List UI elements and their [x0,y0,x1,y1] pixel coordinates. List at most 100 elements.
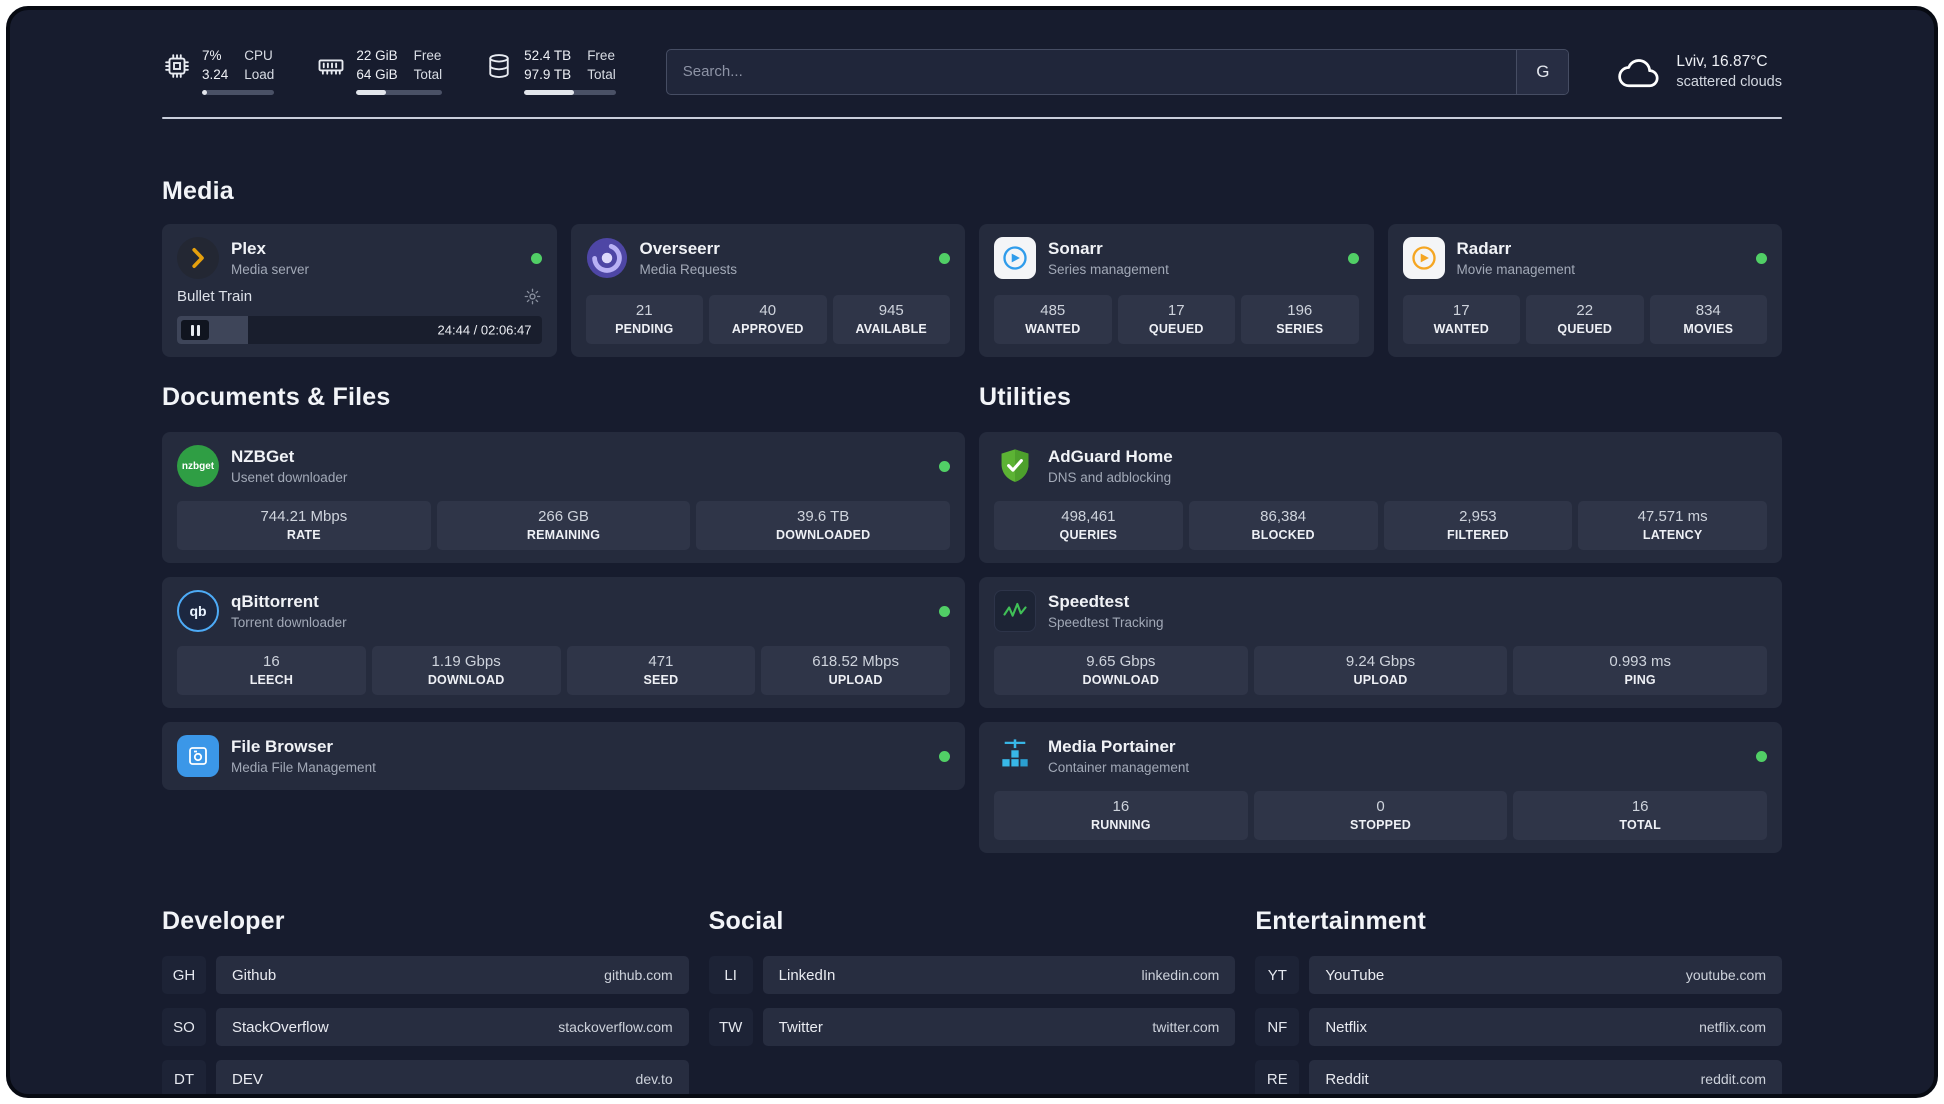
bookmark-url: reddit.com [1700,1071,1766,1088]
weather-widget[interactable]: Lviv, 16.87°C scattered clouds [1615,52,1782,92]
bookmark-abbr: GH [162,956,206,995]
stat-label: SERIES [1276,322,1324,337]
app-subtitle: Usenet downloader [231,470,348,486]
disk-usage-bar [524,90,616,96]
stat-value: 9.65 Gbps [1086,653,1156,671]
section-utilities: Utilities AdGuard Home DNS and adblockin… [979,383,1782,854]
stat-value: 9.24 Gbps [1345,653,1416,671]
stat-label: STOPPED [1350,818,1411,833]
filebrowser-icon [177,735,219,778]
bookmark-link-dev[interactable]: DEV dev.to [216,1060,689,1094]
stat-label: PENDING [615,322,674,337]
plex-icon [177,237,219,280]
app-card-filebrowser[interactable]: File Browser Media File Management [162,722,965,791]
stat-value: 485 [1040,302,1066,320]
bookmark-link-linkedin[interactable]: LinkedIn linkedin.com [762,956,1236,995]
app-card-sonarr[interactable]: Sonarr Series management 485 WANTED 17 Q… [979,224,1374,358]
stat-tile: 196 SERIES [1241,295,1359,345]
app-subtitle: Media Requests [639,262,738,278]
app-title: Radarr [1456,239,1512,259]
bookmark-url: github.com [604,967,673,984]
stat-label: WANTED [1025,322,1081,337]
stat-value: 21 [635,302,653,320]
playback-seekbar[interactable]: 24:44 / 02:06:47 [177,316,542,345]
app-card-qbittorrent[interactable]: qb qBittorrent Torrent downloader 16 LEE… [162,577,965,709]
stat-value: 498,461 [1061,508,1116,526]
app-title: qBittorrent [231,592,319,612]
stat-tile: 16 LEECH [177,646,366,696]
top-bar: 7% 3.24 CPU Load 22 GiB 64 GiB Free Tota… [162,48,1782,96]
stat-tile: 0 STOPPED [1253,791,1508,841]
app-card-overseerr[interactable]: Overseerr Media Requests 21 PENDING 40 A… [570,224,965,358]
stat-tile: 16 RUNNING [994,791,1248,841]
bookmark-row: NF Netflix netflix.com [1255,1008,1782,1047]
gear-icon[interactable] [523,287,542,306]
bookmark-name: Twitter [778,1018,823,1036]
app-card-speedtest[interactable]: Speedtest Speedtest Tracking 9.65 Gbps D… [979,577,1782,709]
stat-tile: 266 GB REMAINING [436,501,691,551]
cpu-icon [162,51,192,81]
stat-value: 16 [1112,798,1130,816]
stat-label: DOWNLOADED [776,528,871,543]
bookmark-row: TW Twitter twitter.com [708,1008,1236,1047]
stat-label: FILTERED [1446,528,1509,543]
stat-tile: 498,461 QUERIES [994,501,1183,551]
app-card-plex[interactable]: Plex Media server Bullet Train 24:44 / 0… [162,224,557,358]
bookmark-link-github[interactable]: Github github.com [216,956,689,995]
stat-value: 16 [1631,798,1649,816]
search-bar: G [665,48,1570,95]
stat-label: LATENCY [1642,528,1703,543]
stat-label: WANTED [1433,322,1489,337]
section-developer-title: Developer [162,907,285,936]
bookmark-link-netflix[interactable]: Netflix netflix.com [1309,1008,1782,1047]
stat-value: 39.6 TB [797,508,850,526]
stat-value: 0 [1376,798,1385,816]
stat-value: 945 [878,302,904,320]
bookmark-link-youtube[interactable]: YouTube youtube.com [1309,956,1782,995]
bookmark-link-reddit[interactable]: Reddit reddit.com [1309,1060,1782,1094]
stat-tile: 1.19 Gbps DOWNLOAD [371,646,561,696]
app-subtitle: Media File Management [231,760,376,776]
overseerr-icon [586,237,628,279]
topbar-divider [162,117,1782,120]
stat-label: AVAILABLE [855,322,927,337]
status-indicator [1347,252,1359,264]
weather-location: Lviv, 16.87°C [1676,53,1768,71]
ram-total-value: 64 GiB [356,67,398,83]
qbittorrent-logo-text: qb [189,603,207,620]
search-input[interactable] [666,49,1517,94]
bookmark-row: LI LinkedIn linkedin.com [708,956,1236,995]
stat-label: MOVIES [1683,322,1734,337]
bookmark-abbr: SO [162,1008,206,1047]
stat-label: APPROVED [731,322,804,337]
stat-label: REMAINING [526,528,601,543]
memory-icon [316,51,346,81]
app-subtitle: DNS and adblocking [1048,470,1172,486]
search-engine-button[interactable]: G [1516,49,1569,94]
app-card-portainer[interactable]: Media Portainer Container management 16 … [979,722,1782,854]
cpu-percent: 7% [202,48,222,63]
app-title: File Browser [231,737,334,757]
app-card-nzbget[interactable]: nzbget NZBGet Usenet downloader 744.21 M… [162,432,965,564]
pause-button[interactable] [181,320,209,341]
section-media-title: Media [162,177,234,206]
bookmark-name: Github [232,966,277,984]
app-card-radarr[interactable]: Radarr Movie management 17 WANTED 22 QUE… [1387,224,1782,358]
stat-tile: 22 QUEUED [1526,295,1644,345]
bookmark-link-twitter[interactable]: Twitter twitter.com [762,1008,1236,1047]
stat-tile: 945 AVAILABLE [832,295,950,345]
cpu-label: CPU [244,48,273,63]
app-card-adguard[interactable]: AdGuard Home DNS and adblocking 498,461 … [979,432,1782,564]
cloud-icon [1615,52,1663,92]
status-indicator [530,252,542,264]
stat-tile: 0.993 ms PING [1513,646,1768,696]
bookmark-link-stackoverflow[interactable]: StackOverflow stackoverflow.com [216,1008,689,1047]
sonarr-icon [994,237,1036,280]
bookmark-name: Netflix [1325,1018,1368,1036]
status-indicator [939,750,950,762]
stat-value: 471 [648,653,674,671]
stat-value: 86,384 [1260,508,1307,526]
bookmark-row: GH Github github.com [162,956,689,995]
status-indicator [1756,750,1767,762]
nzbget-icon: nzbget [177,445,219,488]
